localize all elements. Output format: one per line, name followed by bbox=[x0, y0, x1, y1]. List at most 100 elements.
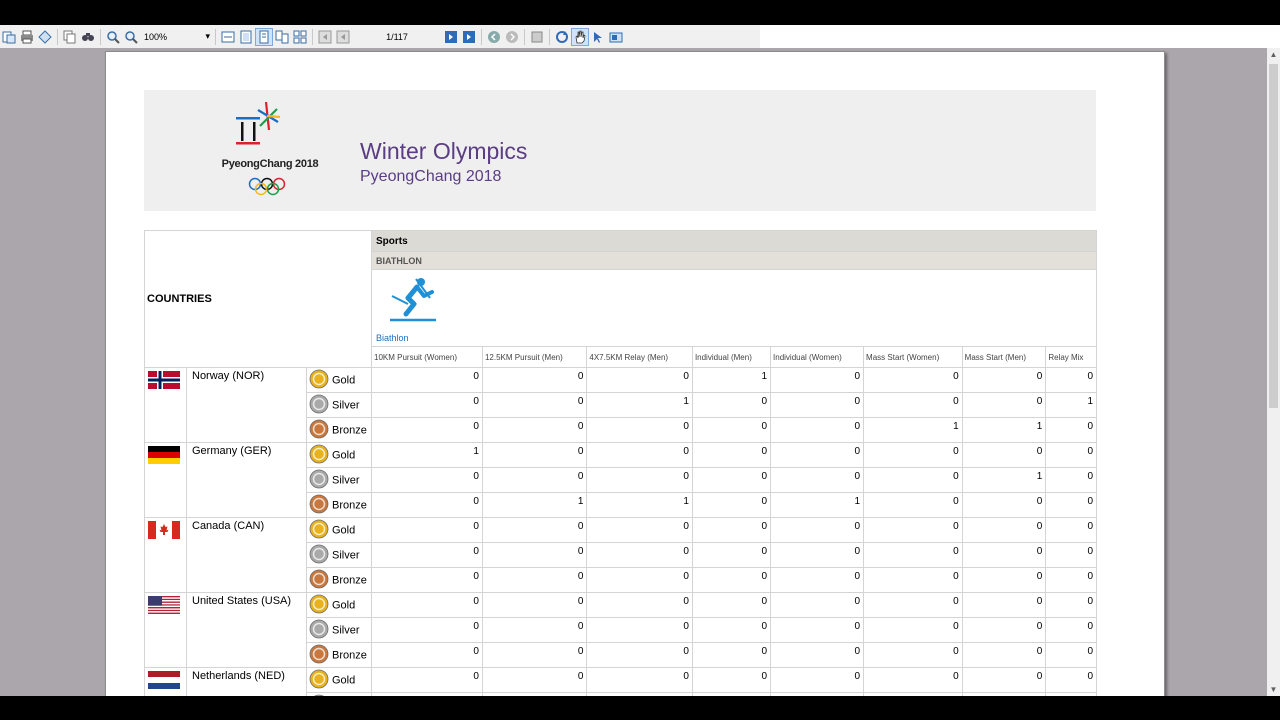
medal-count-cell: 0 bbox=[371, 517, 483, 543]
page-number-field[interactable]: 1/117 bbox=[352, 32, 442, 42]
bronze-medal-icon bbox=[309, 569, 329, 592]
silver-medal-icon bbox=[309, 544, 329, 567]
medal-label: Gold bbox=[332, 449, 356, 461]
fit-width-icon[interactable] bbox=[220, 29, 236, 45]
toolbar-separator bbox=[524, 28, 525, 45]
report-viewport[interactable]: PyeongChang 2018 Winter Olympics PyeongC… bbox=[0, 48, 1267, 696]
canada-flag-icon bbox=[148, 521, 180, 539]
medal-count-cell: 0 bbox=[371, 642, 483, 668]
medal-count-cell: 0 bbox=[691, 592, 772, 618]
event-header: 10KM Pursuit (Women) bbox=[371, 346, 483, 368]
table-row: United States (USA) Gold 0 0 0 0 0 0 0 0 bbox=[144, 592, 1097, 668]
single-page-icon[interactable] bbox=[255, 27, 273, 46]
medal-label-cell: Bronze bbox=[306, 492, 372, 518]
medal-count-cell: 0 bbox=[770, 517, 865, 543]
find-icon[interactable] bbox=[80, 29, 96, 45]
event-header: Relay Mix bbox=[1045, 346, 1097, 368]
medal-label: Bronze bbox=[332, 649, 367, 661]
sport-link-biathlon[interactable]: Biathlon bbox=[376, 333, 409, 343]
medal-count-cell: 0 bbox=[961, 667, 1047, 693]
medal-label-cell: Gold bbox=[306, 442, 372, 468]
medal-count-cell: 0 bbox=[371, 667, 483, 693]
fit-page-icon[interactable] bbox=[238, 29, 254, 45]
event-header: 12.5KM Pursuit (Men) bbox=[481, 346, 588, 368]
flag-cell bbox=[144, 442, 187, 518]
countries-header: COUNTRIES bbox=[144, 230, 372, 368]
medal-count-cell: 0 bbox=[586, 367, 693, 393]
continuous-pages-icon[interactable] bbox=[274, 29, 290, 45]
pyeongchang-emblem-icon bbox=[236, 101, 286, 196]
next-page-icon[interactable] bbox=[443, 29, 459, 45]
medal-count-cell: 0 bbox=[371, 467, 483, 493]
open-report-icon[interactable] bbox=[1, 29, 17, 45]
medal-count-cell: 0 bbox=[770, 567, 865, 593]
forward-icon[interactable] bbox=[504, 29, 520, 45]
previous-page-icon[interactable] bbox=[335, 29, 351, 45]
event-header: Mass Start (Women) bbox=[863, 346, 963, 368]
scrollbar-thumb[interactable] bbox=[1269, 64, 1278, 408]
medal-count-cell: 0 bbox=[863, 542, 963, 568]
medal-count-cell: 0 bbox=[770, 642, 865, 668]
medal-count-cell: 0 bbox=[481, 417, 588, 443]
medal-count-cell: 0 bbox=[961, 442, 1047, 468]
medal-count-cell: 0 bbox=[863, 642, 963, 668]
medal-count-cell: 0 bbox=[691, 517, 772, 543]
copy-icon[interactable] bbox=[62, 29, 78, 45]
print-icon[interactable] bbox=[19, 29, 35, 45]
toolbar-empty-area bbox=[760, 25, 1280, 48]
flag-cell bbox=[144, 667, 187, 696]
event-header: 4X7.5KM Relay (Men) bbox=[586, 346, 693, 368]
medal-count-cell: 1 bbox=[371, 442, 483, 468]
country-name: Norway (NOR) bbox=[186, 367, 307, 443]
medal-count-cell: 0 bbox=[371, 592, 483, 618]
last-page-icon[interactable] bbox=[461, 29, 477, 45]
report-subtitle: PyeongChang 2018 bbox=[360, 168, 502, 185]
scroll-up-arrow-icon[interactable]: ▲ bbox=[1267, 48, 1280, 61]
country-name: Netherlands (NED) bbox=[186, 667, 307, 696]
medal-count-cell: 0 bbox=[371, 617, 483, 643]
medal-count-cell: 0 bbox=[371, 417, 483, 443]
norway-flag-icon bbox=[148, 371, 180, 389]
medal-count-cell: 0 bbox=[371, 567, 483, 593]
scroll-down-arrow-icon[interactable]: ▼ bbox=[1267, 683, 1280, 696]
medal-label-cell: Gold bbox=[306, 667, 372, 693]
zoom-select[interactable]: 100% ▾ bbox=[142, 29, 212, 45]
bronze-medal-icon bbox=[309, 419, 329, 442]
germany-flag-icon bbox=[148, 446, 180, 464]
multiple-pages-icon[interactable] bbox=[292, 29, 308, 45]
medal-count-cell: 0 bbox=[863, 517, 963, 543]
zoom-out-icon[interactable] bbox=[123, 29, 139, 45]
back-icon[interactable] bbox=[486, 29, 502, 45]
medal-count-cell: 0 bbox=[691, 392, 772, 418]
first-page-icon[interactable] bbox=[317, 29, 333, 45]
page-setup-icon[interactable] bbox=[37, 29, 53, 45]
refresh-icon[interactable] bbox=[554, 29, 570, 45]
select-tool-icon[interactable] bbox=[590, 29, 606, 45]
hand-tool-icon[interactable] bbox=[571, 27, 589, 46]
event-header: Mass Start (Men) bbox=[961, 346, 1047, 368]
zoom-in-icon[interactable] bbox=[105, 29, 121, 45]
event-header: Individual (Women) bbox=[770, 346, 865, 368]
zoom-value: 100% bbox=[144, 31, 168, 42]
medal-label: Gold bbox=[332, 374, 356, 386]
medal-count-cell: 0 bbox=[691, 492, 772, 518]
medal-count-cell: 0 bbox=[961, 617, 1047, 643]
toolbar-separator bbox=[481, 28, 482, 45]
report-header: PyeongChang 2018 Winter Olympics PyeongC… bbox=[144, 90, 1096, 211]
medal-count-cell: 0 bbox=[371, 492, 483, 518]
medal-count-cell: 0 bbox=[481, 392, 588, 418]
medal-count-cell: 0 bbox=[691, 467, 772, 493]
medal-count-cell: 0 bbox=[1045, 492, 1097, 518]
medal-count-cell: 0 bbox=[961, 392, 1047, 418]
medal-count-cell: 0 bbox=[961, 492, 1047, 518]
gold-medal-icon bbox=[309, 519, 329, 542]
silver-medal-icon bbox=[309, 619, 329, 642]
gold-medal-icon bbox=[309, 369, 329, 392]
medal-count-cell: 1 bbox=[961, 467, 1047, 493]
medal-count-cell: 0 bbox=[1045, 567, 1097, 593]
vertical-scrollbar[interactable]: ▲ ▼ bbox=[1267, 48, 1280, 696]
medal-count-cell: 0 bbox=[481, 667, 588, 693]
export-icon[interactable] bbox=[608, 29, 624, 45]
event-header: Individual (Men) bbox=[691, 346, 772, 368]
stop-icon[interactable] bbox=[529, 29, 545, 45]
